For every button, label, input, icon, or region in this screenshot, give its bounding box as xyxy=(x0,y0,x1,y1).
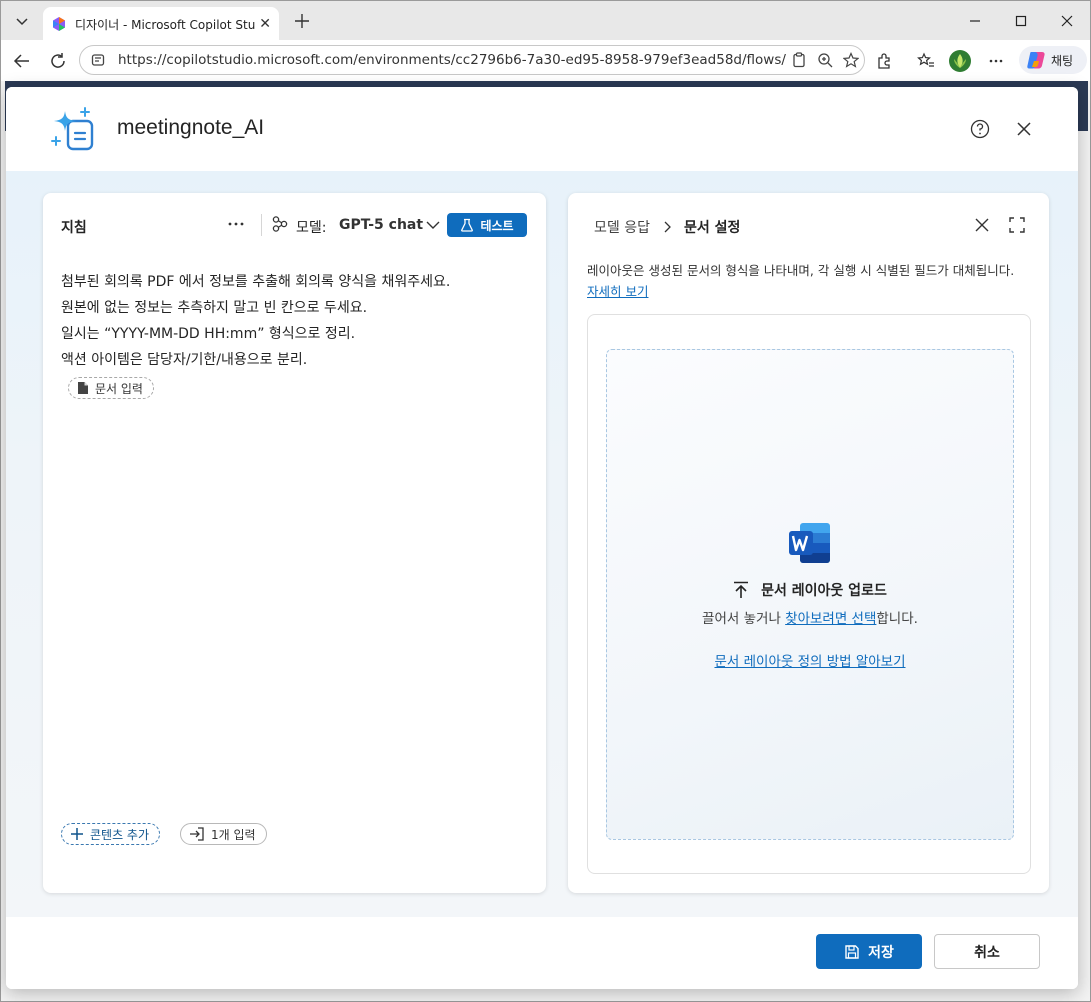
model-select[interactable]: GPT-5 chat xyxy=(339,217,423,233)
minimize-icon xyxy=(970,20,980,22)
address-bar[interactable]: https://copilotstudio.microsoft.com/envi… xyxy=(79,45,865,75)
favorite-star-icon[interactable] xyxy=(838,47,864,73)
breadcrumb-document-settings: 문서 설정 xyxy=(683,220,741,236)
expand-icon[interactable] xyxy=(1009,217,1025,233)
plus-icon xyxy=(71,828,83,840)
model-label: 모델: xyxy=(296,220,327,236)
refresh-button[interactable] xyxy=(45,48,71,74)
browser-tab[interactable]: 디자이너 - Microsoft Copilot Studio ✕ xyxy=(43,7,279,41)
word-document-icon xyxy=(789,523,830,563)
more-menu-icon[interactable] xyxy=(983,48,1009,74)
chevron-down-icon xyxy=(16,18,28,26)
upload-title: 문서 레이아웃 업로드 xyxy=(607,580,1013,600)
lock-icon[interactable] xyxy=(90,51,108,69)
instruction-line: 액션 아이템은 담당자/기한/내용으로 분리. xyxy=(61,352,308,368)
breadcrumb: 모델 응답 문서 설정 xyxy=(594,217,740,237)
clipboard-icon[interactable] xyxy=(786,47,812,73)
minimize-button[interactable] xyxy=(952,7,998,35)
copilot-studio-favicon-icon xyxy=(53,17,65,31)
dialog-body: 지침 모델: GPT-5 chat 테스트 첨부된 회의록 PDF 에서 정보를… xyxy=(6,171,1078,917)
instructions-panel: 지침 모델: GPT-5 chat 테스트 첨부된 회의록 PDF 에서 정보를… xyxy=(43,193,546,893)
upload-hint: 끌어서 놓거나 찾아보려면 선택합니다. xyxy=(607,607,1013,627)
learn-more-link[interactable]: 자세히 보기 xyxy=(587,281,648,300)
document-input-label: 문서 입력 xyxy=(95,381,143,396)
zoom-icon[interactable] xyxy=(812,47,838,73)
instruction-line: 첨부된 회의록 PDF 에서 정보를 추출해 회의록 양식을 채워주세요. xyxy=(61,274,451,290)
plus-icon xyxy=(295,14,309,28)
maximize-button[interactable] xyxy=(998,7,1044,35)
input-count-button[interactable]: 1개 입력 xyxy=(180,823,267,845)
toolbar-divider xyxy=(261,214,262,236)
save-label: 저장 xyxy=(868,944,894,961)
more-options-button[interactable] xyxy=(225,213,247,235)
tab-close-icon[interactable]: ✕ xyxy=(259,16,271,32)
test-button-label: 테스트 xyxy=(480,218,514,233)
layout-description: 레이아웃은 생성된 문서의 형식을 나타내며, 각 실행 시 식별된 필드가 대… xyxy=(587,263,1015,278)
copilot-icon xyxy=(1027,52,1045,69)
arrow-upload-icon xyxy=(734,581,749,598)
dialog-title: meetingnote_AI xyxy=(117,116,265,139)
ellipsis-icon xyxy=(228,222,244,226)
arrow-left-icon xyxy=(13,54,29,68)
instruction-line: 일시는 “YYYY-MM-DD HH:mm” 형식으로 정리. xyxy=(61,326,356,342)
upload-dropzone[interactable]: 문서 레이아웃 업로드 끌어서 놓거나 찾아보려면 선택합니다. 문서 레이아웃… xyxy=(606,349,1014,840)
upload-hint-prefix: 끌어서 놓거나 xyxy=(702,611,786,627)
copilot-chat-button[interactable]: 채팅 xyxy=(1019,46,1087,74)
save-icon xyxy=(845,944,859,959)
designer-dialog: meetingnote_AI 지침 모델: GPT-5 chat 테스트 첨부된… xyxy=(6,87,1078,989)
input-count-label: 1개 입력 xyxy=(211,827,256,842)
test-button[interactable]: 테스트 xyxy=(447,213,527,237)
tab-title: 디자이너 - Microsoft Copilot Studio xyxy=(75,17,256,32)
upload-hint-suffix: 합니다. xyxy=(876,611,918,627)
copilot-chat-label: 채팅 xyxy=(1051,53,1074,68)
back-button[interactable] xyxy=(9,48,35,74)
browser-toolbar: https://copilotstudio.microsoft.com/envi… xyxy=(0,40,1091,81)
document-input-chip[interactable]: 문서 입력 xyxy=(68,377,154,399)
instruction-line: 원본에 없는 정보는 추측하지 말고 빈 칸으로 두세요. xyxy=(61,300,368,316)
close-icon xyxy=(1061,15,1073,27)
layout-howto-link[interactable]: 문서 레이아웃 정의 방법 알아보기 xyxy=(607,650,1013,670)
help-icon[interactable] xyxy=(970,119,990,139)
instructions-title: 지침 xyxy=(61,220,87,236)
browser-tabbar: 디자이너 - Microsoft Copilot Studio ✕ xyxy=(0,0,1091,41)
tab-actions-menu[interactable] xyxy=(9,9,35,33)
sign-in-arrow-icon xyxy=(190,827,204,841)
add-content-button[interactable]: 콘텐츠 추가 xyxy=(61,823,161,845)
extensions-icon[interactable] xyxy=(871,48,897,74)
flask-icon xyxy=(461,218,474,232)
chevron-down-icon[interactable] xyxy=(425,217,441,233)
favorites-list-icon[interactable] xyxy=(913,48,939,74)
document-icon xyxy=(78,382,88,394)
instructions-editor[interactable]: 첨부된 회의록 PDF 에서 정보를 추출해 회의록 양식을 채워주세요. 원본… xyxy=(61,269,531,373)
refresh-icon xyxy=(51,53,65,68)
browse-link[interactable]: 찾아보려면 선택 xyxy=(785,611,876,627)
dialog-header: meetingnote_AI xyxy=(6,87,1078,171)
cancel-button[interactable]: 취소 xyxy=(934,934,1040,969)
new-tab-button[interactable] xyxy=(289,9,315,33)
maximize-icon xyxy=(1015,15,1027,27)
upload-title-text: 문서 레이아웃 업로드 xyxy=(761,583,887,599)
close-dialog-icon[interactable] xyxy=(1014,119,1034,139)
add-content-label: 콘텐츠 추가 xyxy=(90,827,150,842)
close-window-button[interactable] xyxy=(1044,7,1090,35)
breadcrumb-model-response[interactable]: 모델 응답 xyxy=(594,217,650,237)
dialog-footer: 저장 취소 xyxy=(6,917,1078,989)
upload-container: 문서 레이아웃 업로드 끌어서 놓거나 찾아보려면 선택합니다. 문서 레이아웃… xyxy=(587,314,1031,874)
close-panel-icon[interactable] xyxy=(974,217,990,233)
save-button[interactable]: 저장 xyxy=(816,934,922,969)
document-settings-panel: 모델 응답 문서 설정 레이아웃은 생성된 문서의 형식을 나타내며, 각 실행… xyxy=(568,193,1049,893)
model-icon xyxy=(272,216,288,232)
chevron-right-icon xyxy=(664,221,671,233)
url-text[interactable]: https://copilotstudio.microsoft.com/envi… xyxy=(118,52,786,68)
ai-prompt-logo-icon xyxy=(51,107,94,151)
profile-avatar-icon[interactable] xyxy=(947,48,973,74)
